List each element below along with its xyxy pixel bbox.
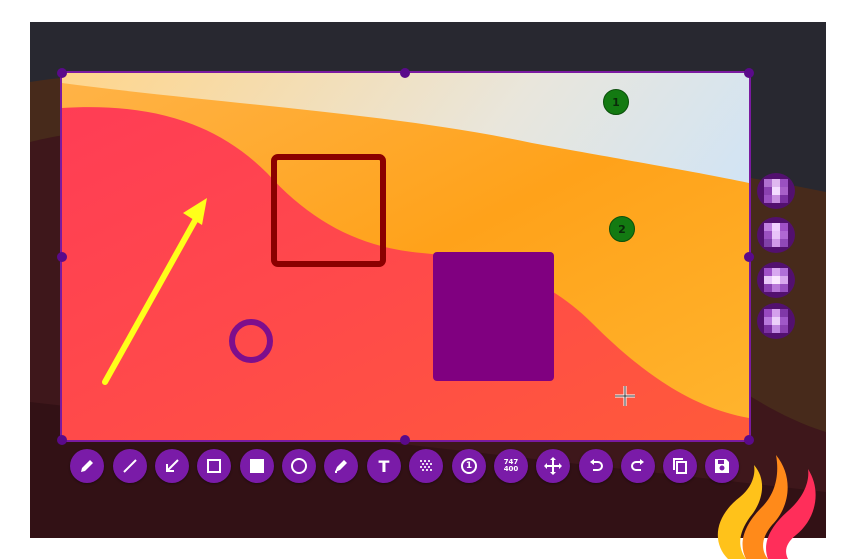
undo-button[interactable] (579, 449, 613, 483)
size-icon: 747 400 (504, 459, 519, 473)
rectangle-annotation[interactable] (271, 154, 386, 267)
side-button-pixelate[interactable] (757, 173, 795, 209)
pixelate-tool[interactable] (409, 449, 443, 483)
arrow-icon (166, 459, 179, 472)
line-icon (123, 459, 137, 473)
crosshair-cursor-icon (615, 386, 635, 406)
text-icon: T (378, 456, 390, 476)
counter-label: 1 (612, 95, 620, 109)
move-icon (544, 457, 562, 475)
size-height: 400 (503, 465, 519, 473)
resize-handle-top-right[interactable] (744, 68, 754, 78)
counter-marker[interactable]: 2 (609, 216, 635, 242)
pixelate-icon (420, 460, 432, 471)
resize-handle-left[interactable] (57, 252, 67, 262)
square-outline-icon (207, 459, 221, 473)
resize-handle-top[interactable] (400, 68, 410, 78)
marker-icon (335, 460, 347, 473)
undo-icon (590, 459, 603, 471)
pixelate-icon (764, 179, 788, 203)
side-button-pixelate[interactable] (757, 217, 795, 253)
side-button-pixelate[interactable] (757, 303, 795, 339)
square-filled-icon (250, 459, 264, 473)
circle-tool[interactable] (282, 449, 316, 483)
text-tool[interactable]: T (367, 449, 401, 483)
side-button-pixelate[interactable] (757, 262, 795, 298)
resize-handle-bottom[interactable] (400, 435, 410, 445)
circle-count-tool[interactable]: 1 (452, 449, 486, 483)
redo-button[interactable] (621, 449, 655, 483)
yellow-arrow-annotation[interactable] (102, 198, 207, 385)
pixelate-icon (764, 309, 788, 333)
resize-handle-bottom-right[interactable] (744, 435, 754, 445)
size-indicator: 747 400 (494, 449, 528, 483)
copy-clipboard-button[interactable] (663, 449, 697, 483)
line-tool[interactable] (113, 449, 147, 483)
marker-tool[interactable] (324, 449, 358, 483)
move-selection-tool[interactable] (536, 449, 570, 483)
filled-rectangle-annotation[interactable] (433, 252, 554, 381)
pen-tool[interactable] (70, 449, 104, 483)
pixelate-icon (764, 268, 788, 292)
resize-handle-bottom-left[interactable] (57, 435, 67, 445)
redo-icon (631, 459, 644, 471)
counter-icon: 1 (461, 458, 477, 474)
resize-handle-right[interactable] (744, 252, 754, 262)
copy-icon (673, 458, 687, 474)
filled-rectangle-tool[interactable] (240, 449, 274, 483)
counter-marker[interactable]: 1 (603, 89, 629, 115)
pixelate-icon (764, 223, 788, 247)
arrow-tool[interactable] (155, 449, 189, 483)
annotations-layer (102, 154, 554, 385)
rectangle-tool[interactable] (197, 449, 231, 483)
circle-annotation[interactable] (229, 319, 273, 363)
circle-icon (291, 458, 307, 474)
resize-handle-top-left[interactable] (57, 68, 67, 78)
counter-label: 2 (618, 222, 626, 236)
flameshot-logo-icon (717, 455, 816, 559)
pencil-icon (81, 460, 93, 472)
capture-selection[interactable] (60, 71, 751, 442)
